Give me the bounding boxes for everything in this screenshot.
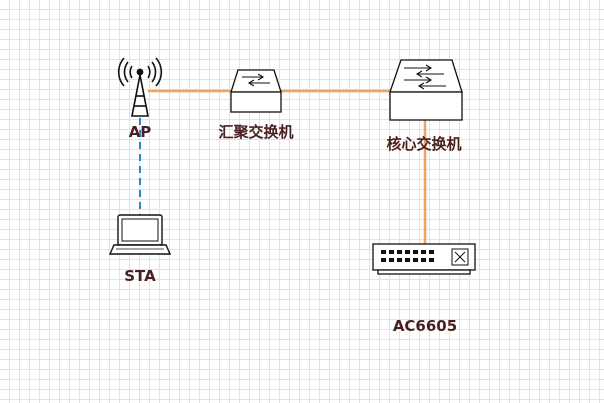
ap-label: AP: [128, 123, 152, 141]
switch-icon[interactable]: [389, 59, 463, 121]
access-controller-icon[interactable]: [372, 243, 476, 275]
aggregation-switch-label: 汇聚交换机: [218, 123, 294, 141]
wireless-ap-icon[interactable]: [117, 57, 163, 117]
diagram-canvas: AP 汇聚交换机 核心交换机 STA AC6605: [0, 0, 604, 403]
core-switch-label: 核心交换机: [386, 135, 462, 153]
network-topology: [108, 57, 476, 275]
ac-label: AC6605: [392, 317, 458, 335]
sta-label: STA: [124, 267, 156, 285]
switch-icon[interactable]: [230, 69, 282, 113]
laptop-icon[interactable]: [108, 214, 172, 255]
